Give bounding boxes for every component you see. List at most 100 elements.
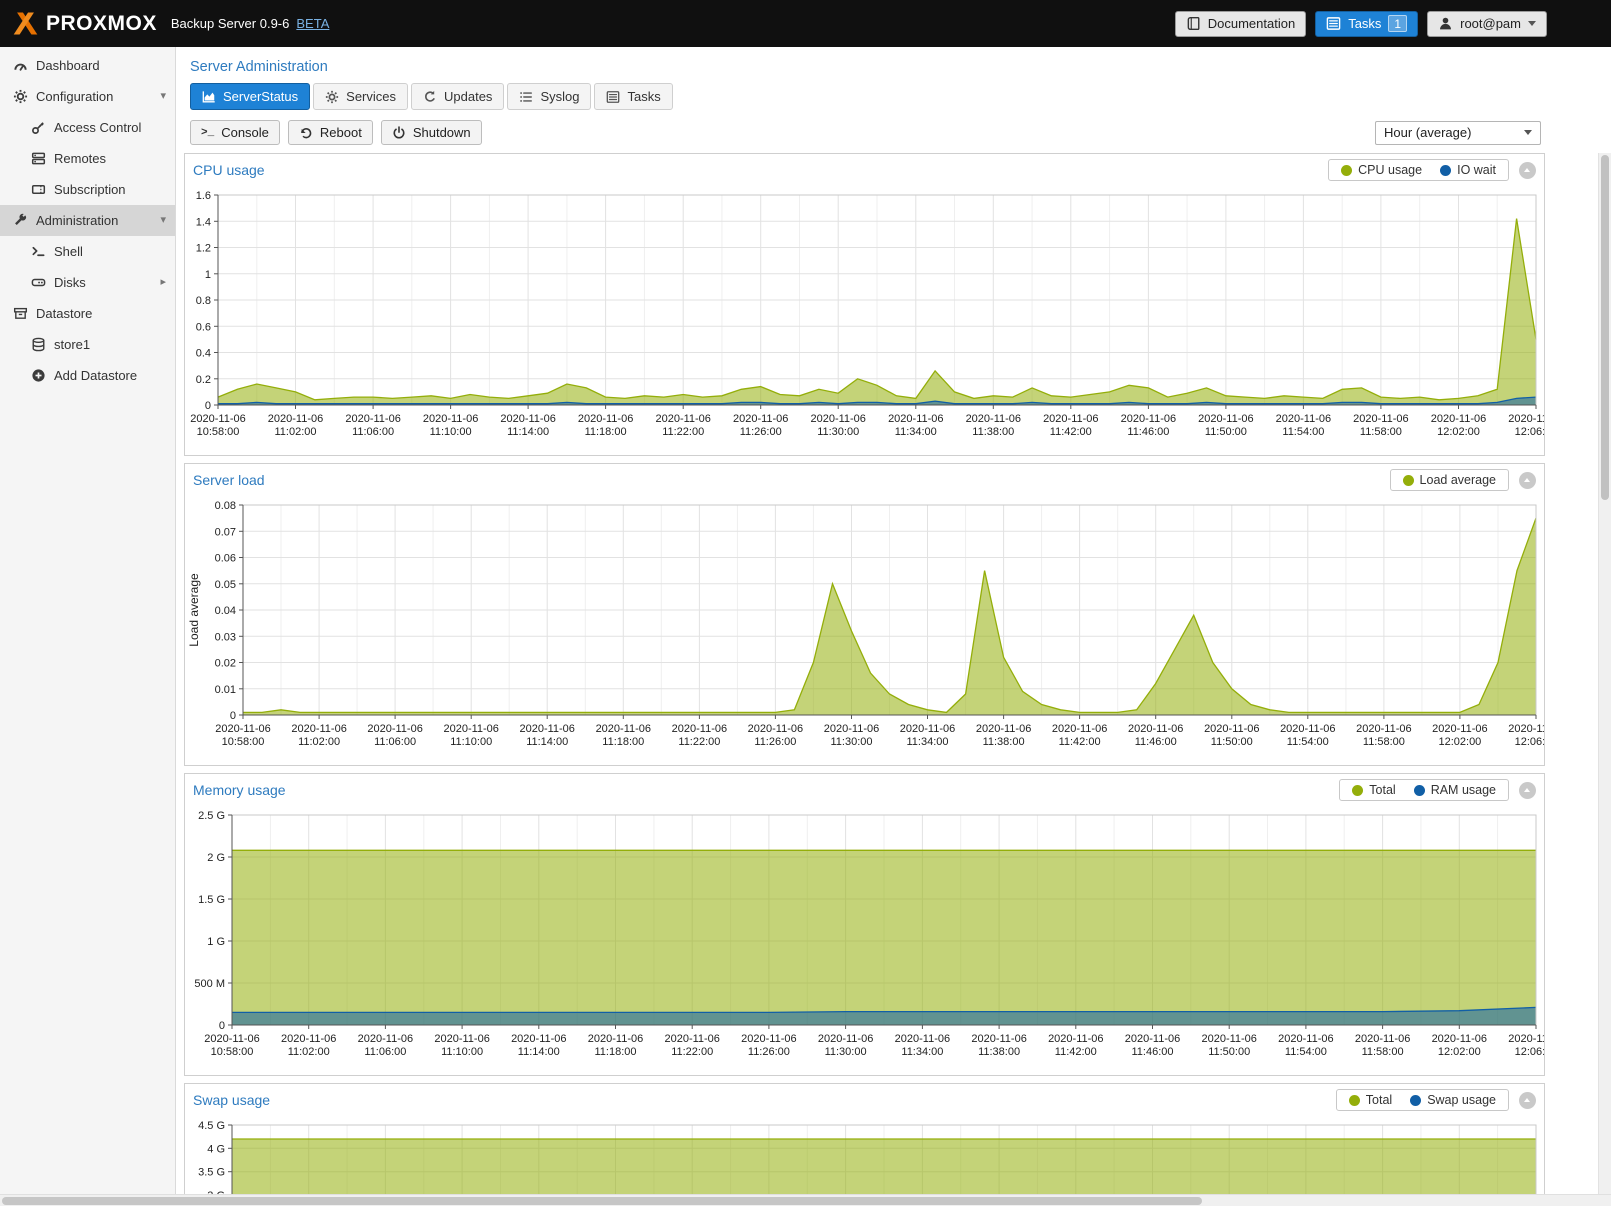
tab-tasks[interactable]: Tasks	[594, 83, 672, 110]
svg-text:11:26:00: 11:26:00	[754, 736, 796, 748]
svg-text:2020-11-06: 2020-11-06	[291, 723, 346, 735]
sidebar-item-disks[interactable]: Disks ▸	[0, 267, 175, 298]
chart-svg: 00.010.020.030.040.050.060.070.082020-11…	[185, 496, 1544, 765]
tab-updates[interactable]: Updates	[411, 83, 504, 110]
hdd-icon	[29, 275, 47, 290]
horizontal-scrollbar-thumb[interactable]	[2, 1197, 1202, 1205]
tab-serverstatus[interactable]: ServerStatus	[190, 83, 310, 110]
sidebar-item-label: Datastore	[36, 306, 166, 321]
reboot-button[interactable]: Reboot	[288, 120, 373, 145]
svg-text:11:06:00: 11:06:00	[364, 1046, 406, 1058]
panel-header: CPU usageCPU usageIO wait	[185, 154, 1544, 186]
svg-text:11:02:00: 11:02:00	[288, 1046, 330, 1058]
sidebar-item-datastore[interactable]: Datastore	[0, 298, 175, 329]
chart-svg: 00.20.40.60.811.21.41.62020-11-0610:58:0…	[185, 186, 1544, 455]
terminal-icon	[29, 244, 47, 259]
svg-text:2020-11-06: 2020-11-06	[190, 413, 245, 425]
vertical-scrollbar-thumb[interactable]	[1601, 155, 1609, 500]
sidebar-item-configuration[interactable]: Configuration ▾	[0, 81, 175, 112]
svg-text:0.8: 0.8	[196, 295, 211, 307]
user-menu-button[interactable]: root@pam	[1427, 11, 1547, 37]
svg-text:2020-11-06: 2020-11-06	[818, 1033, 873, 1045]
svg-text:0.02: 0.02	[215, 658, 236, 670]
tab-bar: ServerStatus Services Updates Syslog	[190, 83, 1611, 110]
svg-text:2020-11-06: 2020-11-06	[500, 413, 555, 425]
tab-label: ServerStatus	[223, 89, 298, 104]
chevron-down-icon[interactable]: ▾	[160, 91, 166, 102]
tab-syslog[interactable]: Syslog	[507, 83, 591, 110]
svg-text:2020-11-06: 2020-11-06	[824, 723, 879, 735]
svg-text:4.5 G: 4.5 G	[198, 1120, 225, 1132]
shutdown-button[interactable]: Shutdown	[381, 120, 482, 145]
svg-text:2020-11-06: 2020-11-06	[1431, 413, 1486, 425]
sidebar-item-shell[interactable]: Shell	[0, 236, 175, 267]
svg-text:Load average: Load average	[187, 573, 201, 647]
chart-panel-cpu-usage: CPU usageCPU usageIO wait00.20.40.60.811…	[184, 153, 1545, 456]
book-icon	[1186, 16, 1201, 31]
collapse-tool[interactable]	[1519, 1092, 1536, 1109]
legend-item: Load average	[1403, 473, 1496, 487]
sidebar-item-subscription[interactable]: Subscription	[0, 174, 175, 205]
svg-text:0.07: 0.07	[215, 526, 236, 538]
sidebar-item-add-datastore[interactable]: Add Datastore	[0, 360, 175, 391]
svg-text:11:46:00: 11:46:00	[1131, 1046, 1173, 1058]
sidebar-item-access-control[interactable]: Access Control	[0, 112, 175, 143]
svg-text:11:14:00: 11:14:00	[518, 1046, 560, 1058]
sidebar-item-label: Access Control	[54, 120, 166, 135]
sidebar-item-label: Dashboard	[36, 58, 166, 73]
svg-text:11:14:00: 11:14:00	[507, 426, 549, 438]
chevron-right-icon[interactable]: ▸	[160, 277, 166, 288]
svg-text:11:38:00: 11:38:00	[983, 736, 1025, 748]
legend-dot	[1352, 785, 1363, 796]
sidebar-item-administration[interactable]: Administration ▾	[0, 205, 175, 236]
chart-panel-swap-usage: Swap usageTotalSwap usage0500 M1 G1.5 G2…	[184, 1083, 1545, 1206]
collapse-tool[interactable]	[1519, 472, 1536, 489]
svg-text:2020-11-06: 2020-11-06	[1432, 1033, 1487, 1045]
chart-svg: 0500 M1 G1.5 G2 G2.5 G3 G3.5 G4 G4.5 G20…	[185, 1116, 1544, 1206]
svg-text:10:58:00: 10:58:00	[197, 426, 240, 438]
legend-item: Total	[1352, 783, 1395, 797]
horizontal-scrollbar[interactable]	[0, 1194, 1611, 1206]
svg-text:2020-11-06: 2020-11-06	[1432, 723, 1487, 735]
sidebar-item-label: Subscription	[54, 182, 166, 197]
svg-text:0.03: 0.03	[215, 631, 236, 643]
svg-text:2020-11-06: 2020-11-06	[741, 1033, 796, 1045]
svg-text:2020-11-06: 2020-11-06	[1052, 723, 1107, 735]
chart-legend: TotalRAM usage	[1339, 779, 1509, 801]
svg-text:11:22:00: 11:22:00	[662, 426, 704, 438]
timeframe-select[interactable]: Hour (average)	[1375, 121, 1541, 145]
sidebar-item-dashboard[interactable]: Dashboard	[0, 50, 175, 81]
svg-text:2020-11-06: 2020-11-06	[810, 413, 865, 425]
svg-text:11:54:00: 11:54:00	[1282, 426, 1324, 438]
gears-icon	[325, 90, 339, 104]
svg-text:11:30:00: 11:30:00	[830, 736, 872, 748]
tasks-button[interactable]: Tasks 1	[1315, 11, 1418, 37]
vertical-scrollbar[interactable]	[1598, 153, 1611, 1206]
svg-text:2020-11-06: 2020-11-06	[748, 723, 803, 735]
svg-text:11:10:00: 11:10:00	[450, 736, 492, 748]
svg-text:11:34:00: 11:34:00	[901, 1046, 943, 1058]
svg-text:4 G: 4 G	[207, 1143, 225, 1155]
tab-services[interactable]: Services	[313, 83, 408, 110]
svg-text:0: 0	[230, 710, 236, 722]
collapse-tool[interactable]	[1519, 162, 1536, 179]
svg-text:2 G: 2 G	[207, 852, 225, 864]
svg-text:2020-11-06: 2020-11-06	[733, 413, 788, 425]
chevron-down-icon[interactable]: ▾	[160, 215, 166, 226]
legend-item: Swap usage	[1410, 1093, 1496, 1107]
beta-link[interactable]: BETA	[296, 16, 329, 31]
timeframe-value: Hour (average)	[1384, 125, 1471, 140]
svg-text:2020-11-06: 2020-11-06	[1353, 413, 1408, 425]
tab-label: Services	[346, 89, 396, 104]
documentation-button[interactable]: Documentation	[1175, 11, 1306, 37]
svg-text:0.4: 0.4	[196, 348, 211, 360]
collapse-tool[interactable]	[1519, 782, 1536, 799]
svg-text:2020-11-06: 2020-11-06	[281, 1033, 336, 1045]
svg-text:2020-11-06: 2020-11-06	[1508, 1033, 1544, 1045]
svg-text:11:26:00: 11:26:00	[748, 1046, 790, 1058]
svg-text:11:30:00: 11:30:00	[825, 1046, 867, 1058]
sidebar-item-store1[interactable]: store1	[0, 329, 175, 360]
svg-text:2020-11-06: 2020-11-06	[596, 723, 651, 735]
console-button[interactable]: >_ Console	[190, 120, 280, 145]
sidebar-item-remotes[interactable]: Remotes	[0, 143, 175, 174]
